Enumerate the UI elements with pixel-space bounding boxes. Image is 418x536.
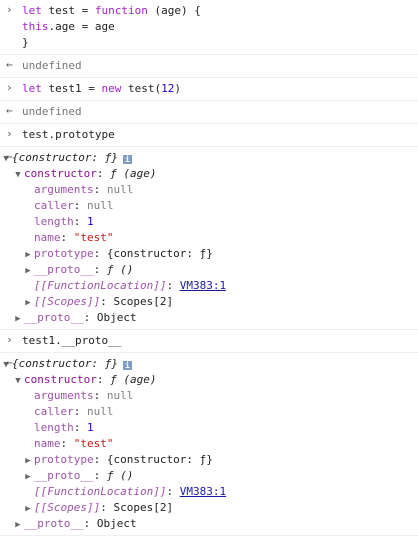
object-inspector: ← ▼ {constructor: ƒ} i ▼ constructor: ƒ (ag…: [0, 147, 418, 330]
triangle-right-icon[interactable]: ▶: [22, 453, 34, 469]
return-arrow-icon: ←: [6, 104, 13, 117]
constructor-row[interactable]: ▼ constructor: ƒ (age): [0, 372, 414, 388]
scopes-row[interactable]: ▶ [[Scopes]]: Scopes[2]: [0, 294, 414, 310]
triangle-right-icon[interactable]: ▶: [22, 295, 34, 311]
property-row: name: "test": [34, 437, 114, 450]
result-text: undefined: [22, 105, 82, 118]
prompt-chevron-icon: ›: [6, 81, 13, 94]
property-row: caller: null: [34, 199, 114, 212]
property-row: name: "test": [34, 231, 114, 244]
function-location-row: [[FunctionLocation]]: VM383:1: [34, 279, 227, 292]
triangle-right-icon[interactable]: ▶: [22, 469, 34, 485]
command-text: test.prototype: [22, 128, 115, 141]
command-text: test1.__proto__: [22, 334, 122, 347]
triangle-right-icon[interactable]: ▶: [12, 517, 24, 533]
prototype-row[interactable]: ▶ prototype: {constructor: ƒ}: [0, 246, 414, 262]
code-line: this.age = age: [22, 20, 115, 33]
info-icon[interactable]: i: [122, 361, 132, 370]
code-line: let test1 = new test(12): [22, 82, 181, 95]
proto-row[interactable]: ▶ __proto__: ƒ (): [0, 468, 414, 484]
console-input-entry[interactable]: › test1.__proto__: [0, 330, 418, 353]
outer-proto-row[interactable]: ▶ __proto__: Object: [0, 310, 414, 326]
property-row: length: 1: [34, 421, 94, 434]
console-result-entry: ← undefined: [0, 55, 418, 78]
triangle-right-icon[interactable]: ▶: [12, 311, 24, 327]
return-arrow-icon: ←: [6, 150, 13, 163]
code-line: let test = function (age) {: [22, 4, 201, 17]
prompt-chevron-icon: ›: [6, 3, 13, 16]
triangle-right-icon[interactable]: ▶: [22, 501, 34, 517]
source-link[interactable]: VM383:1: [180, 485, 226, 498]
constructor-row[interactable]: ▼ constructor: ƒ (age): [0, 166, 414, 182]
property-row: arguments: null: [34, 389, 134, 402]
object-summary-row[interactable]: ▼ {constructor: ƒ} i: [0, 356, 414, 372]
property-row: caller: null: [34, 405, 114, 418]
console-result-entry: ← undefined: [0, 101, 418, 124]
outer-proto-row[interactable]: ▶ __proto__: Object: [0, 516, 414, 532]
function-location-row: [[FunctionLocation]]: VM383:1: [34, 485, 227, 498]
return-arrow-icon: ←: [6, 356, 13, 369]
code-line: }: [22, 36, 29, 49]
triangle-down-icon[interactable]: ▼: [12, 167, 24, 183]
return-arrow-icon: ←: [6, 58, 13, 71]
property-row: length: 1: [34, 215, 94, 228]
console-input-entry[interactable]: › test.prototype: [0, 124, 418, 147]
source-link[interactable]: VM383:1: [180, 279, 226, 292]
console-input-entry[interactable]: › let test1 = new test(12): [0, 78, 418, 101]
prompt-chevron-icon: ›: [6, 333, 13, 346]
prototype-row[interactable]: ▶ prototype: {constructor: ƒ}: [0, 452, 414, 468]
object-summary-row[interactable]: ▼ {constructor: ƒ} i: [0, 150, 414, 166]
info-icon[interactable]: i: [122, 155, 132, 164]
triangle-right-icon[interactable]: ▶: [22, 263, 34, 279]
triangle-down-icon[interactable]: ▼: [12, 373, 24, 389]
triangle-right-icon[interactable]: ▶: [22, 247, 34, 263]
property-row: arguments: null: [34, 183, 134, 196]
prompt-chevron-icon: ›: [6, 127, 13, 140]
scopes-row[interactable]: ▶ [[Scopes]]: Scopes[2]: [0, 500, 414, 516]
proto-row[interactable]: ▶ __proto__: ƒ (): [0, 262, 414, 278]
devtools-console: › let test = function (age) { this.age =…: [0, 0, 418, 536]
result-text: undefined: [22, 59, 82, 72]
console-input-entry[interactable]: › let test = function (age) { this.age =…: [0, 0, 418, 55]
